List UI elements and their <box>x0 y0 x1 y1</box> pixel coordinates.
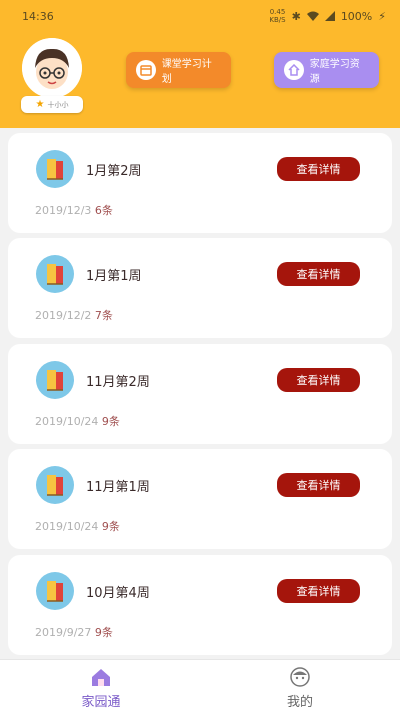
bottom-tab-bar: 家园通 我的 <box>0 659 400 712</box>
week-card[interactable]: 1月第1周 2019/12/2 7条 查看详情 <box>8 238 392 338</box>
user-badge-label: 十小小 <box>47 100 69 109</box>
book-icon <box>36 466 74 504</box>
bluetooth-icon: ✱ <box>291 9 301 23</box>
user-icon <box>290 667 310 687</box>
view-details-button[interactable]: 查看详情 <box>277 262 360 286</box>
home-icon <box>92 669 110 686</box>
network-speed: 0.45 KB/S <box>269 8 286 24</box>
class-study-plan-button[interactable]: 课堂学习计划 <box>126 52 231 88</box>
item-count: 9条 <box>94 626 113 639</box>
view-details-button[interactable]: 查看详情 <box>277 368 360 392</box>
battery-icon: ⚡ <box>378 9 386 23</box>
week-date: 2019/10/24 9条 <box>35 520 120 533</box>
week-title: 1月第2周 <box>86 164 142 179</box>
star-icon: ★ <box>35 99 45 110</box>
week-date: 2019/12/2 7条 <box>35 309 113 322</box>
week-title: 11月第2周 <box>86 375 150 390</box>
user-badge: ★ 十小小 <box>21 96 83 113</box>
signal-icon <box>324 11 335 21</box>
item-count: 9条 <box>101 415 120 428</box>
week-date: 2019/12/3 6条 <box>35 204 113 217</box>
week-title: 1月第1周 <box>86 269 142 284</box>
week-title: 11月第1周 <box>86 480 150 495</box>
week-card[interactable]: 10月第4周 2019/9/27 9条 查看详情 <box>8 555 392 655</box>
tab-mine-label: 我的 <box>286 695 313 710</box>
family-study-resources-button[interactable]: 家庭学习资源 <box>274 52 379 88</box>
avatar[interactable] <box>22 38 82 98</box>
status-bar: 14:36 0.45 KB/S ✱ 100% ⚡ <box>0 0 400 32</box>
week-title: 10月第4周 <box>86 586 150 601</box>
book-icon <box>36 150 74 188</box>
class-study-plan-label: 课堂学习计划 <box>161 59 212 85</box>
tab-home-school-label: 家园通 <box>81 695 121 710</box>
book-icon <box>36 572 74 610</box>
book-icon <box>36 361 74 399</box>
book-icon <box>36 255 74 293</box>
status-time: 14:36 <box>22 10 54 23</box>
family-study-resources-label: 家庭学习资源 <box>309 59 360 85</box>
calendar-icon <box>136 60 156 80</box>
week-card[interactable]: 1月第2周 2019/12/3 6条 查看详情 <box>8 133 392 233</box>
tab-mine[interactable]: 我的 <box>240 666 360 710</box>
week-date: 2019/10/24 9条 <box>35 415 120 428</box>
boy-avatar-icon <box>22 38 82 98</box>
wifi-icon <box>306 11 319 21</box>
item-count: 6条 <box>94 204 113 217</box>
status-icons: 0.45 KB/S ✱ 100% ⚡ <box>269 8 386 24</box>
week-date: 2019/9/27 9条 <box>35 626 113 639</box>
battery-level: 100% <box>340 9 373 23</box>
week-card[interactable]: 11月第1周 2019/10/24 9条 查看详情 <box>8 449 392 549</box>
item-count: 9条 <box>101 520 120 533</box>
view-details-button[interactable]: 查看详情 <box>277 579 360 603</box>
view-details-button[interactable]: 查看详情 <box>277 157 360 181</box>
view-details-button[interactable]: 查看详情 <box>277 473 360 497</box>
house-icon <box>284 60 304 80</box>
header: 14:36 0.45 KB/S ✱ 100% ⚡ ★ 十小小 课堂学习计划 家庭… <box>0 0 400 128</box>
item-count: 7条 <box>94 309 113 322</box>
week-card[interactable]: 11月第2周 2019/10/24 9条 查看详情 <box>8 344 392 444</box>
tab-home-school[interactable]: 家园通 <box>41 666 161 710</box>
